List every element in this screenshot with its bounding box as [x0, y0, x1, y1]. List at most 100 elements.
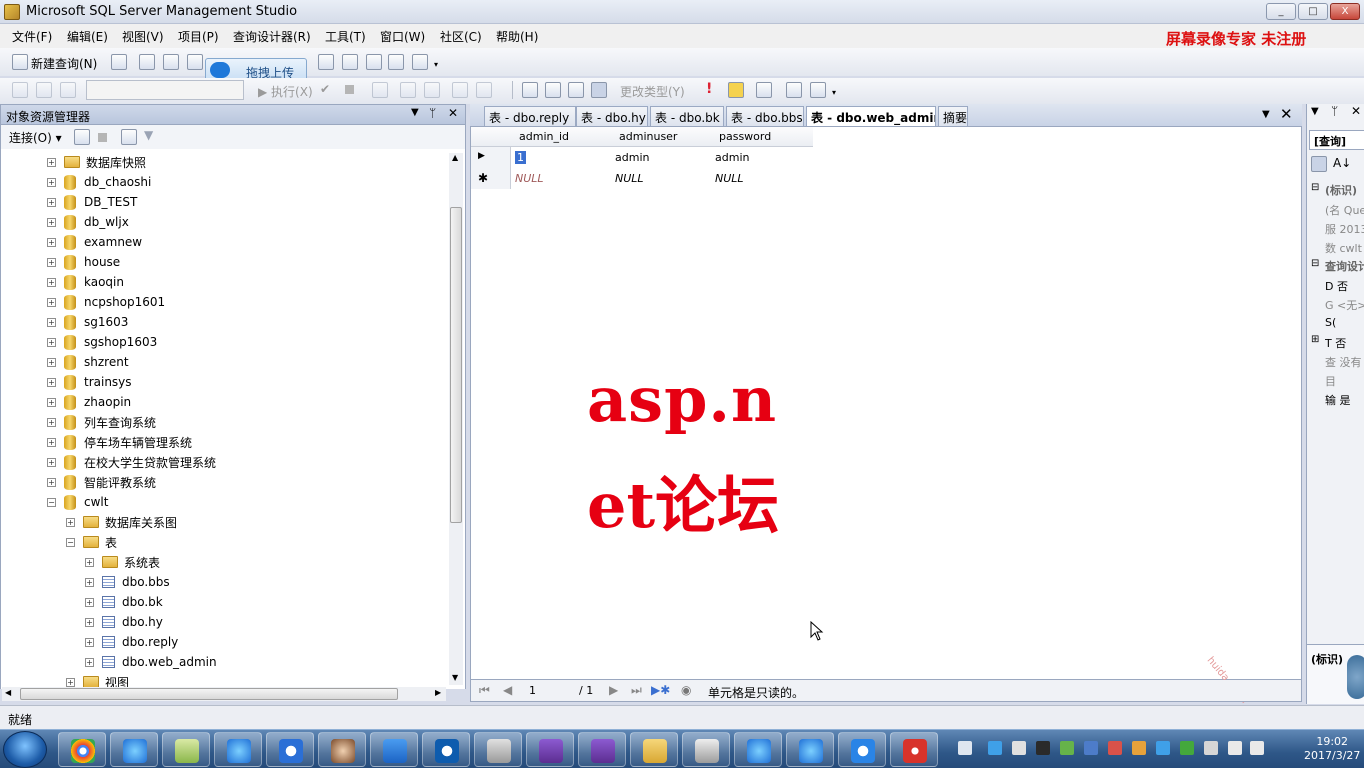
uncomment-icon[interactable] [424, 82, 440, 98]
expand-icon[interactable]: + [47, 297, 56, 307]
comment-icon[interactable] [400, 82, 416, 98]
new-query-button[interactable]: 新建查询(N) [31, 55, 97, 72]
show-sql-pane-icon[interactable] [568, 82, 584, 98]
menu-help[interactable]: 帮助(H) [496, 28, 538, 45]
expand-icon[interactable]: + [47, 437, 56, 447]
change-type-button[interactable]: 更改类型(Y) [620, 83, 685, 100]
expand-icon[interactable]: + [85, 577, 94, 587]
current-row-icon[interactable]: ▶ [478, 151, 485, 161]
expand-icon[interactable]: + [47, 237, 56, 247]
taskbar-app-button[interactable] [370, 732, 418, 767]
tray-security-icon[interactable] [1180, 741, 1194, 755]
tab-list-dropdown-icon[interactable]: ▼ [1262, 109, 1270, 120]
properties-close-icon[interactable]: ✕ [1351, 104, 1361, 118]
cell-password-row1[interactable]: admin [715, 151, 749, 164]
increase-indent-icon[interactable] [476, 82, 492, 98]
tree-node[interactable]: + db_wljx [47, 212, 129, 232]
connect-icon[interactable] [12, 82, 28, 98]
tray-icon[interactable] [1132, 741, 1146, 755]
last-record-icon[interactable]: ⏭ [631, 683, 642, 698]
change-connection-icon[interactable] [60, 82, 76, 98]
tree-node[interactable]: + zhaopin [47, 392, 131, 412]
refresh-icon[interactable] [121, 129, 137, 145]
intellisense-icon[interactable] [372, 82, 388, 98]
qq-icon[interactable] [1036, 741, 1050, 755]
dmx-query-icon[interactable] [187, 54, 203, 70]
alphabetical-icon[interactable]: A↓ [1333, 156, 1351, 170]
tree-node[interactable]: + sg1603 [47, 312, 128, 332]
taskbar-app-button[interactable] [734, 732, 782, 767]
expand-icon[interactable]: + [47, 397, 56, 407]
expand-icon[interactable]: + [47, 157, 56, 167]
expand-icon[interactable]: + [66, 677, 75, 687]
registered-servers-icon[interactable] [318, 54, 334, 70]
toolbar2-overflow-icon[interactable]: ▾ [832, 88, 836, 97]
expand-icon[interactable]: + [85, 617, 94, 627]
maximize-button[interactable]: □ [1298, 3, 1328, 20]
stop-nav-icon[interactable]: ◉ [681, 683, 691, 697]
tree-node[interactable]: + house [47, 252, 120, 272]
menu-tools[interactable]: 工具(T) [325, 28, 366, 45]
add-table-icon[interactable] [786, 82, 802, 98]
tree-node[interactable]: + dbo.bk [85, 592, 163, 612]
expand-icon[interactable]: + [47, 337, 56, 347]
show-results-pane-icon[interactable] [591, 82, 607, 98]
tab-dbo-bbs[interactable]: 表 - dbo.bbs [726, 106, 804, 126]
expand-icon[interactable]: + [85, 597, 94, 607]
tray-icon[interactable] [1108, 741, 1122, 755]
cell-admin-id-row1[interactable]: 1 [515, 151, 526, 164]
property-row[interactable]: (名 Que [1325, 202, 1364, 218]
property-row[interactable]: T 否 [1325, 335, 1364, 351]
property-row[interactable]: G <无> [1325, 297, 1364, 313]
property-row[interactable]: 目 [1325, 373, 1364, 389]
expand-icon[interactable]: + [85, 637, 94, 647]
database-selector[interactable] [86, 80, 244, 100]
tree-node[interactable]: + 数据库快照 [47, 152, 146, 172]
tree-node[interactable]: − 表 [66, 532, 117, 552]
expand-icon[interactable]: + [47, 177, 56, 187]
tree-scroll-thumb[interactable] [450, 207, 462, 523]
tree-node[interactable]: + ncpshop1601 [47, 292, 165, 312]
expand-icon[interactable]: + [66, 517, 75, 527]
taskbar-app-button[interactable] [578, 732, 626, 767]
taskbar-app-button[interactable] [110, 732, 158, 767]
verify-sql-icon[interactable] [728, 82, 744, 98]
menu-community[interactable]: 社区(C) [440, 28, 482, 45]
tree-node[interactable]: + sgshop1603 [47, 332, 157, 352]
menu-view[interactable]: 视图(V) [122, 28, 164, 45]
menu-file[interactable]: 文件(F) [12, 28, 52, 45]
database-engine-query-icon[interactable] [139, 54, 155, 70]
expand-icon[interactable]: + [85, 657, 94, 667]
categorized-icon[interactable] [1311, 156, 1327, 172]
start-button[interactable] [3, 731, 47, 768]
cell-password-new[interactable]: NULL [715, 172, 744, 185]
tree-node[interactable]: + shzrent [47, 352, 129, 372]
expand-icon[interactable]: + [47, 477, 56, 487]
floating-ball-icon[interactable] [1347, 655, 1364, 699]
properties-object-dropdown[interactable]: [查询] [1309, 130, 1364, 150]
taskbar-app-button[interactable] [630, 732, 678, 767]
tree-node[interactable]: + kaoqin [47, 272, 124, 292]
execute-sql-icon[interactable]: ! [706, 81, 712, 97]
analysis-query-icon[interactable] [163, 54, 179, 70]
object-explorer-icon[interactable] [342, 54, 358, 70]
tree-horizontal-scrollbar[interactable]: ◀ ▶ [2, 687, 446, 701]
minimize-button[interactable]: _ [1266, 3, 1296, 20]
taskbar-app-button[interactable] [838, 732, 886, 767]
scroll-down-icon[interactable]: ▼ [452, 673, 458, 682]
tray-icon[interactable] [958, 741, 972, 755]
menu-window[interactable]: 窗口(W) [380, 28, 425, 45]
current-record-field[interactable]: 1 [529, 684, 536, 697]
tree-node[interactable]: + dbo.web_admin [85, 652, 217, 672]
tab-summary[interactable]: 摘要 [938, 106, 968, 126]
close-button[interactable]: X [1330, 3, 1360, 20]
expand-icon[interactable]: + [47, 277, 56, 287]
property-row[interactable]: S( [1325, 316, 1364, 329]
tab-dbo-web-admin[interactable]: 表 - dbo.web_admin [806, 106, 936, 127]
collapse-icon[interactable]: − [66, 537, 75, 547]
tree-vertical-scrollbar[interactable]: ▲ ▼ [449, 153, 463, 685]
decrease-indent-icon[interactable] [452, 82, 468, 98]
expand-icon[interactable]: + [47, 417, 56, 427]
add-derived-table-icon[interactable] [810, 82, 826, 98]
tree-node[interactable]: + dbo.reply [85, 632, 178, 652]
